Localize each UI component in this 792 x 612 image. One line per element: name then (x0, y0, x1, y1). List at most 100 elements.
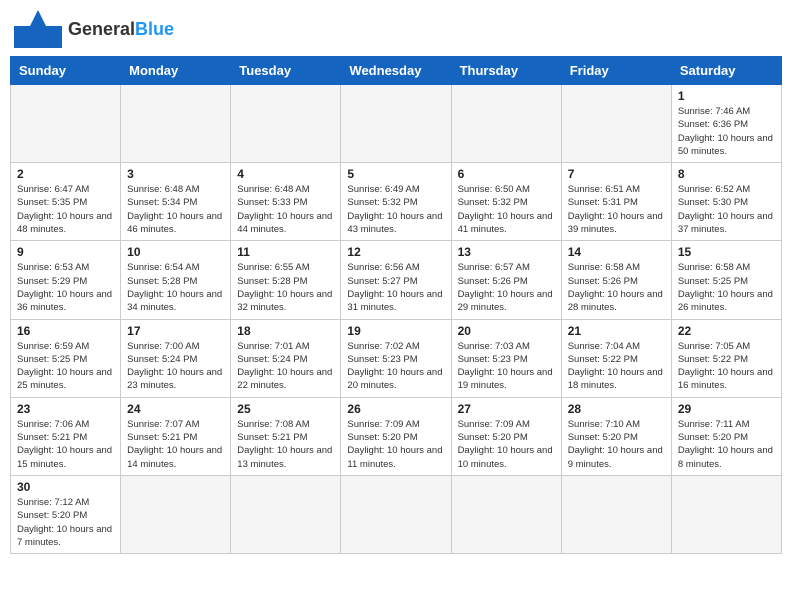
day-info: Sunrise: 6:52 AMSunset: 5:30 PMDaylight:… (678, 183, 775, 236)
calendar-cell (451, 475, 561, 553)
day-info: Sunrise: 7:08 AMSunset: 5:21 PMDaylight:… (237, 418, 334, 471)
day-number: 29 (678, 402, 775, 416)
day-number: 21 (568, 324, 665, 338)
day-number: 11 (237, 245, 334, 259)
calendar-cell: 14 Sunrise: 6:58 AMSunset: 5:26 PMDayligh… (561, 241, 671, 319)
day-info: Sunrise: 6:59 AMSunset: 5:25 PMDaylight:… (17, 340, 114, 393)
calendar-cell (231, 475, 341, 553)
day-number: 28 (568, 402, 665, 416)
calendar-cell: 30 Sunrise: 7:12 AMSunset: 5:20 PMDayligh… (11, 475, 121, 553)
day-number: 27 (458, 402, 555, 416)
day-info: Sunrise: 6:47 AMSunset: 5:35 PMDaylight:… (17, 183, 114, 236)
calendar-cell (231, 85, 341, 163)
calendar-cell: 16 Sunrise: 6:59 AMSunset: 5:25 PMDayligh… (11, 319, 121, 397)
calendar-cell: 28 Sunrise: 7:10 AMSunset: 5:20 PMDayligh… (561, 397, 671, 475)
calendar-cell: 18 Sunrise: 7:01 AMSunset: 5:24 PMDayligh… (231, 319, 341, 397)
calendar-cell: 20 Sunrise: 7:03 AMSunset: 5:23 PMDayligh… (451, 319, 561, 397)
day-info: Sunrise: 7:09 AMSunset: 5:20 PMDaylight:… (347, 418, 444, 471)
day-info: Sunrise: 7:10 AMSunset: 5:20 PMDaylight:… (568, 418, 665, 471)
day-info: Sunrise: 7:03 AMSunset: 5:23 PMDaylight:… (458, 340, 555, 393)
calendar-cell: 25 Sunrise: 7:08 AMSunset: 5:21 PMDayligh… (231, 397, 341, 475)
day-number: 14 (568, 245, 665, 259)
calendar-cell: 15 Sunrise: 6:58 AMSunset: 5:25 PMDayligh… (671, 241, 781, 319)
logo-text: GeneralBlue (68, 19, 174, 39)
calendar-cell: 6Sunrise: 6:50 AMSunset: 5:32 PMDaylight… (451, 163, 561, 241)
calendar-cell (451, 85, 561, 163)
day-info: Sunrise: 6:58 AMSunset: 5:26 PMDaylight:… (568, 261, 665, 314)
day-number: 5 (347, 167, 444, 181)
day-number: 18 (237, 324, 334, 338)
calendar-cell: 23 Sunrise: 7:06 AMSunset: 5:21 PMDayligh… (11, 397, 121, 475)
day-number: 9 (17, 245, 114, 259)
calendar-table: SundayMondayTuesdayWednesdayThursdayFrid… (10, 56, 782, 554)
day-number: 4 (237, 167, 334, 181)
day-info: Sunrise: 7:09 AMSunset: 5:20 PMDaylight:… (458, 418, 555, 471)
day-info: Sunrise: 6:48 AMSunset: 5:33 PMDaylight:… (237, 183, 334, 236)
day-info: Sunrise: 7:04 AMSunset: 5:22 PMDaylight:… (568, 340, 665, 393)
calendar-cell (341, 85, 451, 163)
day-info: Sunrise: 6:56 AMSunset: 5:27 PMDaylight:… (347, 261, 444, 314)
day-number: 3 (127, 167, 224, 181)
calendar-cell: 22 Sunrise: 7:05 AMSunset: 5:22 PMDayligh… (671, 319, 781, 397)
day-info: Sunrise: 7:12 AMSunset: 5:20 PMDaylight:… (17, 496, 114, 549)
day-info: Sunrise: 7:46 AMSunset: 6:36 PMDaylight:… (678, 105, 775, 158)
weekday-header-sunday: Sunday (11, 57, 121, 85)
weekday-header-tuesday: Tuesday (231, 57, 341, 85)
day-info: Sunrise: 7:07 AMSunset: 5:21 PMDaylight:… (127, 418, 224, 471)
calendar-cell: 24 Sunrise: 7:07 AMSunset: 5:21 PMDayligh… (121, 397, 231, 475)
day-info: Sunrise: 7:05 AMSunset: 5:22 PMDaylight:… (678, 340, 775, 393)
day-number: 26 (347, 402, 444, 416)
day-number: 15 (678, 245, 775, 259)
calendar-cell: 12 Sunrise: 6:56 AMSunset: 5:27 PMDayligh… (341, 241, 451, 319)
calendar-cell: 2 Sunrise: 6:47 AMSunset: 5:35 PMDaylight… (11, 163, 121, 241)
day-number: 23 (17, 402, 114, 416)
calendar-cell: 10 Sunrise: 6:54 AMSunset: 5:28 PMDayligh… (121, 241, 231, 319)
calendar-cell: 5Sunrise: 6:49 AMSunset: 5:32 PMDaylight… (341, 163, 451, 241)
calendar-cell (671, 475, 781, 553)
day-number: 30 (17, 480, 114, 494)
weekday-header-monday: Monday (121, 57, 231, 85)
day-number: 25 (237, 402, 334, 416)
page-header: GeneralBlue (10, 10, 782, 48)
day-number: 2 (17, 167, 114, 181)
day-number: 1 (678, 89, 775, 103)
day-info: Sunrise: 6:53 AMSunset: 5:29 PMDaylight:… (17, 261, 114, 314)
calendar-cell: 8Sunrise: 6:52 AMSunset: 5:30 PMDaylight… (671, 163, 781, 241)
day-number: 24 (127, 402, 224, 416)
day-info: Sunrise: 6:55 AMSunset: 5:28 PMDaylight:… (237, 261, 334, 314)
day-number: 12 (347, 245, 444, 259)
calendar-cell: 13 Sunrise: 6:57 AMSunset: 5:26 PMDayligh… (451, 241, 561, 319)
calendar-cell: 27 Sunrise: 7:09 AMSunset: 5:20 PMDayligh… (451, 397, 561, 475)
weekday-header-wednesday: Wednesday (341, 57, 451, 85)
calendar-cell: 26 Sunrise: 7:09 AMSunset: 5:20 PMDayligh… (341, 397, 451, 475)
day-number: 10 (127, 245, 224, 259)
weekday-header-friday: Friday (561, 57, 671, 85)
day-number: 17 (127, 324, 224, 338)
day-number: 22 (678, 324, 775, 338)
calendar-cell (341, 475, 451, 553)
calendar-cell (561, 475, 671, 553)
weekday-header-thursday: Thursday (451, 57, 561, 85)
day-info: Sunrise: 6:57 AMSunset: 5:26 PMDaylight:… (458, 261, 555, 314)
calendar-cell: 11 Sunrise: 6:55 AMSunset: 5:28 PMDayligh… (231, 241, 341, 319)
day-info: Sunrise: 7:11 AMSunset: 5:20 PMDaylight:… (678, 418, 775, 471)
day-number: 16 (17, 324, 114, 338)
calendar-cell (121, 475, 231, 553)
day-info: Sunrise: 6:50 AMSunset: 5:32 PMDaylight:… (458, 183, 555, 236)
day-info: Sunrise: 7:06 AMSunset: 5:21 PMDaylight:… (17, 418, 114, 471)
day-info: Sunrise: 7:01 AMSunset: 5:24 PMDaylight:… (237, 340, 334, 393)
calendar-cell (11, 85, 121, 163)
calendar-cell: 29 Sunrise: 7:11 AMSunset: 5:20 PMDayligh… (671, 397, 781, 475)
day-info: Sunrise: 6:58 AMSunset: 5:25 PMDaylight:… (678, 261, 775, 314)
day-number: 20 (458, 324, 555, 338)
calendar-cell (121, 85, 231, 163)
calendar-cell: 7Sunrise: 6:51 AMSunset: 5:31 PMDaylight… (561, 163, 671, 241)
calendar-cell: 3Sunrise: 6:48 AMSunset: 5:34 PMDaylight… (121, 163, 231, 241)
calendar-cell (561, 85, 671, 163)
day-info: Sunrise: 6:54 AMSunset: 5:28 PMDaylight:… (127, 261, 224, 314)
calendar-cell: 21 Sunrise: 7:04 AMSunset: 5:22 PMDayligh… (561, 319, 671, 397)
day-info: Sunrise: 6:51 AMSunset: 5:31 PMDaylight:… (568, 183, 665, 236)
calendar-cell: 9 Sunrise: 6:53 AMSunset: 5:29 PMDaylight… (11, 241, 121, 319)
day-info: Sunrise: 7:02 AMSunset: 5:23 PMDaylight:… (347, 340, 444, 393)
day-number: 13 (458, 245, 555, 259)
